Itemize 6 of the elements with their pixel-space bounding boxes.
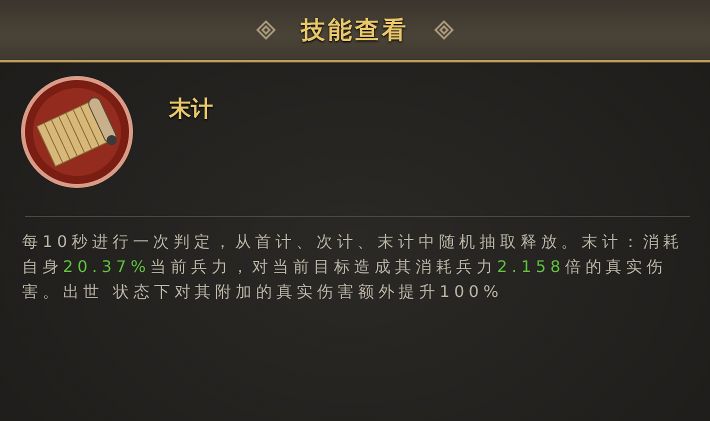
dialog-title: 技能查看 (301, 15, 409, 46)
skill-name: 末计 (169, 96, 213, 124)
scroll-icon (19, 74, 135, 190)
knot-ornament-icon (433, 19, 455, 41)
skill-description: 每10秒进行一次判定，从首计、次计、末计中随机抽取释放。末计：消耗自身 20.37%当前兵力，对当前目标造成其消耗兵力 2.158 倍的真实伤害。出世 状态下对其附加的真实伤害额外提升100% (22, 231, 685, 303)
knot-ornament-icon (255, 19, 277, 41)
